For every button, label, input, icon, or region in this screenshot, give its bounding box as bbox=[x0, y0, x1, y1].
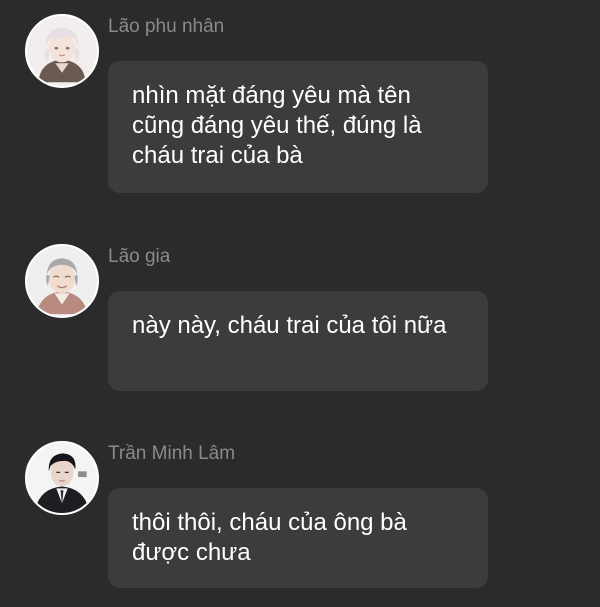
message-bubble: thôi thôi, cháu của ông bà được chưa bbox=[108, 488, 488, 588]
sender-name: Trần Minh Lâm bbox=[108, 443, 236, 464]
message-text: thôi thôi, cháu của ông bà được chưa bbox=[132, 509, 407, 566]
sender-name: Lão gia bbox=[108, 246, 171, 267]
message-text: nhìn mặt đáng yêu mà tên cũng đáng yêu t… bbox=[132, 82, 422, 169]
man-in-suit-avatar-icon[interactable] bbox=[25, 441, 99, 515]
chat-thread: Lão phu nhân nhìn mặt đáng yêu mà tên cũ… bbox=[0, 0, 600, 607]
sender-name: Lão phu nhân bbox=[108, 16, 225, 37]
elderly-woman-avatar-icon[interactable] bbox=[25, 14, 99, 88]
message-bubble: nhìn mặt đáng yêu mà tên cũng đáng yêu t… bbox=[108, 61, 488, 193]
elderly-man-avatar-icon[interactable] bbox=[25, 244, 99, 318]
message-text: này này, cháu trai của tôi nữa bbox=[132, 312, 447, 339]
message-bubble: này này, cháu trai của tôi nữa bbox=[108, 291, 488, 391]
